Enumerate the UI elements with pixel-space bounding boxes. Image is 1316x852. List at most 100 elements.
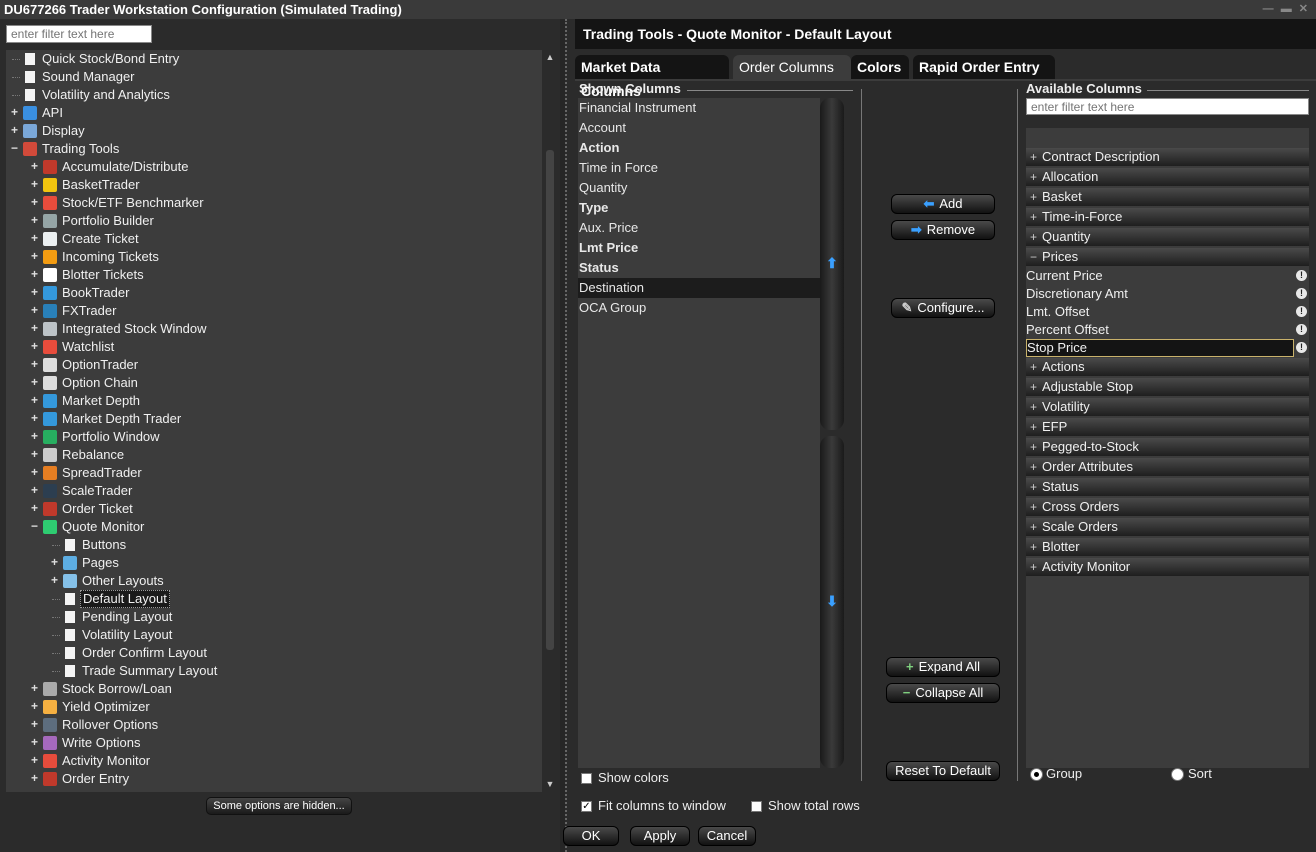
available-filter-input[interactable]: [1026, 98, 1309, 115]
expand-toggle-icon[interactable]: +: [30, 376, 39, 388]
tree-item[interactable]: + Market Depth: [6, 392, 542, 410]
expand-toggle-icon[interactable]: +: [30, 736, 39, 748]
tree-item[interactable]: + Display: [6, 122, 542, 140]
tree-item[interactable]: Quick Stock/Bond Entry: [6, 50, 542, 68]
available-columns-list[interactable]: + Contract Description + Allocation + Basket +…: [1026, 128, 1309, 768]
remove-button[interactable]: ➡ Remove: [891, 220, 995, 240]
expand-toggle-icon[interactable]: +: [30, 214, 39, 226]
available-group-header[interactable]: − Prices: [1026, 248, 1309, 266]
expand-toggle-icon[interactable]: +: [30, 286, 39, 298]
available-group-header[interactable]: + Pegged-to-Stock: [1026, 438, 1309, 456]
tree-item[interactable]: + SpreadTrader: [6, 464, 542, 482]
tree-filter-input[interactable]: [6, 25, 152, 43]
expand-toggle-icon[interactable]: +: [50, 574, 59, 586]
ok-button[interactable]: OK: [563, 826, 619, 846]
cancel-button[interactable]: Cancel: [698, 826, 756, 846]
shown-column-row[interactable]: Action: [578, 138, 820, 158]
info-icon[interactable]: !: [1296, 288, 1307, 299]
tree-item[interactable]: Volatility and Analytics: [6, 86, 542, 104]
tree-item[interactable]: + Accumulate/Distribute: [6, 158, 542, 176]
move-up-button[interactable]: ⬆: [820, 98, 844, 430]
tree-item[interactable]: + Other Layouts: [6, 572, 542, 590]
tree-item[interactable]: − Quote Monitor: [6, 518, 542, 536]
expand-toggle-icon[interactable]: +: [30, 304, 39, 316]
tree-item[interactable]: + Rebalance: [6, 446, 542, 464]
tree-item[interactable]: + ScaleTrader: [6, 482, 542, 500]
tree-item[interactable]: + Portfolio Builder: [6, 212, 542, 230]
configure-button[interactable]: ✎ Configure...: [891, 298, 995, 318]
tree-item[interactable]: + Option Chain: [6, 374, 542, 392]
shown-column-row[interactable]: Account: [578, 118, 820, 138]
expand-toggle-icon[interactable]: +: [30, 196, 39, 208]
shown-columns-list[interactable]: Financial Instrument Account Action Time in…: [578, 98, 820, 768]
tree-item[interactable]: + BookTrader: [6, 284, 542, 302]
available-group-header[interactable]: + Actions: [1026, 358, 1309, 376]
available-group-header[interactable]: + Volatility: [1026, 398, 1309, 416]
expand-toggle-icon[interactable]: +: [30, 754, 39, 766]
shown-column-row[interactable]: Financial Instrument: [578, 98, 820, 118]
shown-column-row[interactable]: OCA Group: [578, 298, 820, 318]
expand-toggle-icon[interactable]: +: [50, 556, 59, 568]
tree-item[interactable]: + Yield Optimizer: [6, 698, 542, 716]
tab-colors[interactable]: Colors: [851, 55, 909, 79]
expand-toggle-icon[interactable]: +: [30, 340, 39, 352]
expand-toggle-icon[interactable]: +: [30, 268, 39, 280]
info-icon[interactable]: !: [1296, 342, 1307, 353]
add-button[interactable]: ⬅ Add: [891, 194, 995, 214]
tree-scrollbar[interactable]: ▲ ▼: [544, 50, 556, 792]
available-group-header[interactable]: + Scale Orders: [1026, 518, 1309, 536]
expand-toggle-icon[interactable]: +: [30, 394, 39, 406]
scroll-thumb[interactable]: [546, 150, 554, 650]
expand-toggle-icon[interactable]: +: [30, 682, 39, 694]
tree-item[interactable]: − Trading Tools: [6, 140, 542, 158]
shown-column-row[interactable]: Type: [578, 198, 820, 218]
tree-item[interactable]: + Stock Borrow/Loan: [6, 680, 542, 698]
available-column-item[interactable]: Current Price!: [1026, 267, 1309, 285]
info-icon[interactable]: !: [1296, 324, 1307, 335]
expand-toggle-icon[interactable]: +: [30, 502, 39, 514]
tree-item[interactable]: Sound Manager: [6, 68, 542, 86]
shown-column-row[interactable]: Destination: [578, 278, 820, 298]
tree-item[interactable]: + FXTrader: [6, 302, 542, 320]
tree-item[interactable]: + Portfolio Window: [6, 428, 542, 446]
group-radio[interactable]: [1030, 768, 1043, 781]
tree-item[interactable]: Volatility Layout: [6, 626, 542, 644]
tree-item[interactable]: + BasketTrader: [6, 176, 542, 194]
info-icon[interactable]: !: [1296, 270, 1307, 281]
scroll-up-arrow-icon[interactable]: ▲: [545, 52, 555, 62]
tab-order-columns[interactable]: Order Columns: [733, 55, 851, 79]
tree-item[interactable]: + OptionTrader: [6, 356, 542, 374]
expand-toggle-icon[interactable]: +: [30, 232, 39, 244]
tree-item[interactable]: + API: [6, 104, 542, 122]
tab-market-data-columns[interactable]: Market Data Columns: [575, 55, 729, 99]
shown-column-row[interactable]: Quantity: [578, 178, 820, 198]
collapse-all-button[interactable]: − Collapse All: [886, 683, 1000, 703]
fit-columns-checkbox[interactable]: ✓: [581, 801, 592, 812]
available-group-header[interactable]: + Activity Monitor: [1026, 558, 1309, 576]
expand-toggle-icon[interactable]: +: [30, 466, 39, 478]
tree-item[interactable]: Order Confirm Layout: [6, 644, 542, 662]
tab-rapid-order-entry[interactable]: Rapid Order Entry: [913, 55, 1055, 79]
available-group-header[interactable]: + Quantity: [1026, 228, 1309, 246]
expand-toggle-icon[interactable]: +: [30, 250, 39, 262]
show-colors-checkbox[interactable]: [581, 773, 592, 784]
expand-toggle-icon[interactable]: +: [30, 160, 39, 172]
tree-item[interactable]: + Integrated Stock Window: [6, 320, 542, 338]
tree-item[interactable]: + Activity Monitor: [6, 752, 542, 770]
available-group-header[interactable]: + Blotter: [1026, 538, 1309, 556]
available-group-header[interactable]: + Time-in-Force: [1026, 208, 1309, 226]
expand-toggle-icon[interactable]: +: [30, 178, 39, 190]
available-group-header[interactable]: + Basket: [1026, 188, 1309, 206]
tree-item[interactable]: + Stock/ETF Benchmarker: [6, 194, 542, 212]
expand-toggle-icon[interactable]: +: [30, 448, 39, 460]
scroll-down-arrow-icon[interactable]: ▼: [545, 779, 555, 789]
tree-item[interactable]: Buttons: [6, 536, 542, 554]
available-group-header[interactable]: + Order Attributes: [1026, 458, 1309, 476]
available-group-header[interactable]: + Adjustable Stop: [1026, 378, 1309, 396]
available-group-header[interactable]: + EFP: [1026, 418, 1309, 436]
available-column-item[interactable]: Percent Offset!: [1026, 321, 1309, 339]
expand-toggle-icon[interactable]: +: [10, 106, 19, 118]
tree-item[interactable]: + Create Ticket: [6, 230, 542, 248]
expand-toggle-icon[interactable]: +: [30, 484, 39, 496]
move-down-button[interactable]: ⬇: [820, 436, 844, 768]
